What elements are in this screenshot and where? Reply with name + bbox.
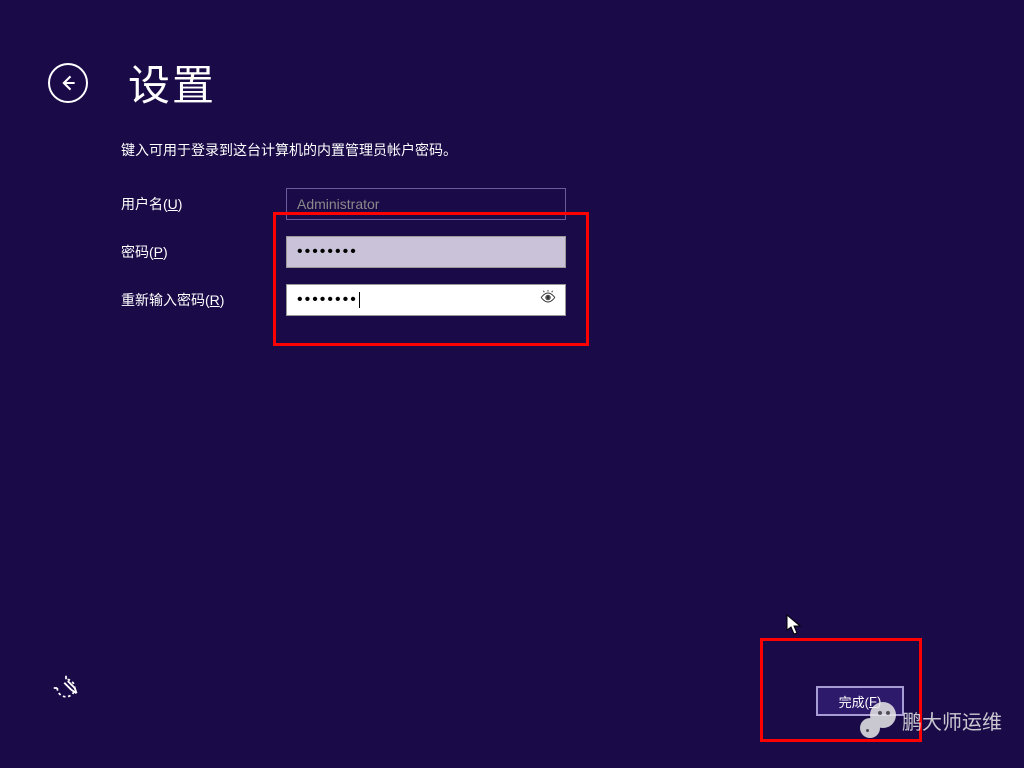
watermark-text: 鹏大师运维 <box>902 706 1002 735</box>
ease-of-access-icon <box>52 674 80 702</box>
content-area: 键入可用于登录到这台计算机的内置管理员帐户密码。 用户名(U) Administ… <box>121 140 821 332</box>
arrow-left-icon <box>58 73 78 93</box>
watermark: 鹏大师运维 <box>860 702 1002 738</box>
ease-of-access-button[interactable] <box>48 670 84 706</box>
text-caret <box>359 292 360 308</box>
password-row: 密码(P) •••••••• <box>121 236 821 268</box>
page-title: 设置 <box>128 52 216 113</box>
username-label: 用户名(U) <box>121 194 286 214</box>
username-field: Administrator <box>286 188 566 220</box>
confirm-password-label: 重新输入密码(R) <box>121 290 286 310</box>
back-button[interactable] <box>48 63 88 103</box>
wechat-icon <box>860 702 896 738</box>
confirm-password-row: 重新输入密码(R) •••••••• <box>121 284 821 316</box>
reveal-password-button[interactable] <box>539 289 557 312</box>
instruction-text: 键入可用于登录到这台计算机的内置管理员帐户密码。 <box>121 140 821 160</box>
password-field[interactable]: •••••••• <box>286 236 566 268</box>
password-label: 密码(P) <box>121 242 286 262</box>
mouse-cursor <box>786 614 802 641</box>
confirm-password-field[interactable]: •••••••• <box>286 284 566 316</box>
eye-icon <box>539 289 557 307</box>
username-row: 用户名(U) Administrator <box>121 188 821 220</box>
